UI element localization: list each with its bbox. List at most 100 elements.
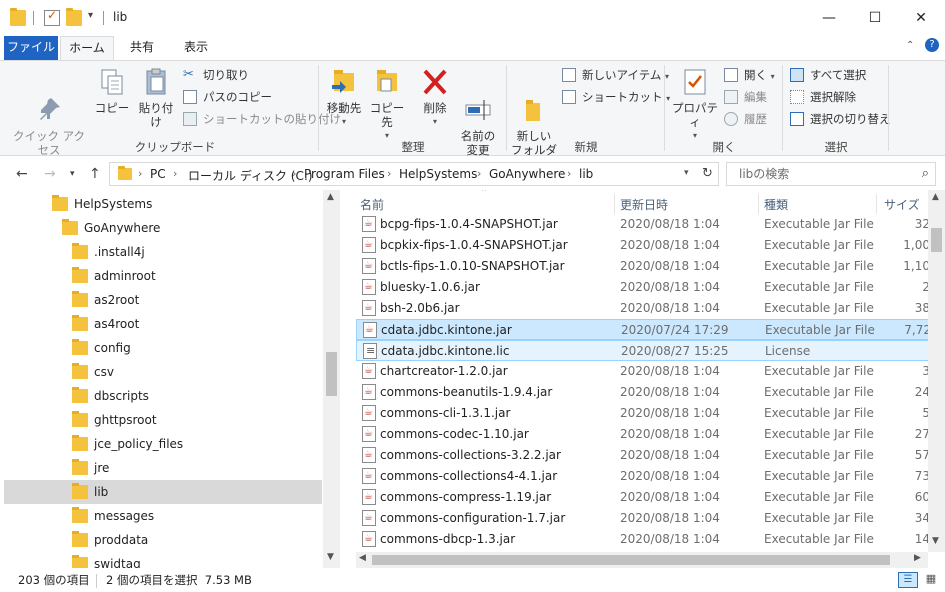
copy-to-button[interactable]: コピー先 ▾: [366, 67, 408, 143]
address-history-chevron-icon[interactable]: ▾: [684, 168, 689, 178]
breadcrumb-separator-icon[interactable]: ›: [138, 167, 142, 180]
scroll-right-icon[interactable]: ▶: [914, 553, 921, 563]
edit-button[interactable]: 編集: [724, 87, 767, 107]
file-row[interactable]: cdata.jdbc.kintone.jar 2020/07/24 17:29 Ex…: [356, 319, 932, 340]
tree-item-jce-policy-files[interactable]: jce_policy_files: [72, 432, 183, 456]
maximize-button[interactable]: ☐: [852, 0, 898, 36]
breadcrumb-lib[interactable]: lib: [579, 167, 593, 181]
file-row[interactable]: bctls-fips-1.0.10-SNAPSHOT.jar 2020/08/18…: [356, 256, 932, 277]
refresh-icon[interactable]: ↻: [702, 166, 713, 181]
tree-item-lib[interactable]: lib: [72, 480, 108, 504]
navigation-pane-scrollbar[interactable]: ▲ ▼: [323, 190, 340, 568]
breadcrumb-separator-icon[interactable]: ›: [292, 167, 296, 180]
close-button[interactable]: ✕: [898, 0, 944, 36]
easy-access-shortcut-button[interactable]: ショートカット ▾: [562, 87, 670, 107]
pin-quick-access-button[interactable]: クイック アクセス にピン留めする: [8, 67, 90, 171]
column-header-type[interactable]: 種類: [764, 196, 788, 213]
invert-selection-button[interactable]: 選択の切り替え: [790, 109, 891, 129]
select-all-button[interactable]: すべて選択: [790, 65, 866, 85]
file-row[interactable]: bcpkix-fips-1.0.4-SNAPSHOT.jar 2020/08/18…: [356, 235, 932, 256]
copy-path-button[interactable]: パスのコピー: [183, 87, 272, 107]
breadcrumb-separator-icon[interactable]: ›: [173, 167, 177, 180]
file-row[interactable]: commons-compress-1.19.jar 2020/08/18 1:04…: [356, 487, 932, 508]
details-view-icon[interactable]: ☰: [898, 572, 918, 588]
file-row[interactable]: cdata.jdbc.kintone.lic 2020/08/27 15:25 Li…: [356, 340, 932, 361]
file-row[interactable]: commons-cli-1.3.1.jar 2020/08/18 1:04 Exec…: [356, 403, 932, 424]
forward-arrow-icon[interactable]: →: [44, 166, 56, 182]
column-header-date[interactable]: 更新日時: [620, 196, 668, 213]
file-row[interactable]: bluesky-1.0.6.jar 2020/08/18 1:04 Executab…: [356, 277, 932, 298]
file-row[interactable]: bsh-2.0b6.jar 2020/08/18 1:04 Executable J…: [356, 298, 932, 319]
tree-item-messages[interactable]: messages: [72, 504, 154, 528]
divider[interactable]: [876, 194, 877, 214]
scroll-down-icon[interactable]: ▼: [932, 536, 939, 546]
scroll-down-icon[interactable]: ▼: [327, 552, 334, 562]
properties-button[interactable]: プロパティ ▾: [670, 67, 720, 143]
minimize-button[interactable]: —: [806, 0, 852, 36]
back-arrow-icon[interactable]: ←: [16, 166, 28, 182]
help-icon[interactable]: ?: [925, 38, 939, 52]
select-none-button[interactable]: 選択解除: [790, 87, 856, 107]
move-to-button[interactable]: 移動先 ▾: [324, 67, 364, 129]
breadcrumb-helpsystems[interactable]: HelpSystems: [399, 167, 477, 181]
scroll-left-icon[interactable]: ◀: [359, 553, 366, 563]
tree-item-config[interactable]: config: [72, 336, 131, 360]
ribbon-collapse-icon[interactable]: ⌃: [906, 40, 914, 51]
copy-button[interactable]: コピー: [92, 67, 132, 115]
new-folder-button[interactable]: 新しい フォルダー: [510, 67, 558, 171]
scrollbar-thumb[interactable]: [372, 555, 890, 565]
file-list-horizontal-scrollbar[interactable]: ◀ ▶: [356, 552, 928, 568]
new-item-button[interactable]: 新しいアイテム ▾: [562, 65, 669, 85]
up-arrow-icon[interactable]: ↑: [89, 166, 101, 182]
scrollbar-thumb[interactable]: [931, 228, 942, 252]
file-row[interactable]: chartcreator-1.2.0.jar 2020/08/18 1:04 Exe…: [356, 361, 932, 382]
open-button[interactable]: 開く ▾: [724, 65, 775, 85]
large-icons-view-icon[interactable]: ▦: [922, 572, 940, 588]
tree-item-adminroot[interactable]: adminroot: [72, 264, 156, 288]
tree-item-as4root[interactable]: as4root: [72, 312, 139, 336]
file-row[interactable]: commons-beanutils-1.9.4.jar 2020/08/18 1:…: [356, 382, 932, 403]
cut-button[interactable]: ✂ 切り取り: [183, 65, 249, 85]
file-row[interactable]: commons-codec-1.10.jar 2020/08/18 1:04 Exe…: [356, 424, 932, 445]
history-button[interactable]: 履歴: [724, 109, 767, 129]
file-row[interactable]: bcpg-fips-1.0.4-SNAPSHOT.jar 2020/08/18 1…: [356, 214, 932, 235]
paste-button[interactable]: 貼り付け: [134, 67, 178, 129]
new-folder-quick-icon[interactable]: [66, 8, 82, 26]
tree-item-jre[interactable]: jre: [72, 456, 109, 480]
divider[interactable]: [614, 194, 615, 214]
tree-item-as2root[interactable]: as2root: [72, 288, 139, 312]
breadcrumb-pc[interactable]: PC: [150, 167, 166, 181]
divider[interactable]: [758, 194, 759, 214]
tree-item-csv[interactable]: csv: [72, 360, 114, 384]
tab-share[interactable]: 共有: [116, 36, 168, 60]
file-row[interactable]: commons-collections4-4.1.jar 2020/08/18 1…: [356, 466, 932, 487]
scroll-up-icon[interactable]: ▲: [327, 192, 334, 202]
tree-item-ghttpsroot[interactable]: ghttpsroot: [72, 408, 157, 432]
breadcrumb-separator-icon[interactable]: ›: [567, 167, 571, 180]
tree-item-install4j[interactable]: .install4j: [72, 240, 145, 264]
scrollbar-thumb[interactable]: [326, 352, 337, 396]
file-row[interactable]: commons-dbcp-1.3.jar 2020/08/18 1:04 Execu…: [356, 529, 932, 550]
customize-quick-access-icon[interactable]: ▾: [88, 10, 93, 21]
tab-view[interactable]: 表示: [170, 36, 222, 60]
file-row[interactable]: commons-collections-3.2.2.jar 2020/08/18 …: [356, 445, 932, 466]
breadcrumb-separator-icon[interactable]: ›: [387, 167, 391, 180]
delete-button[interactable]: 削除 ▾: [418, 67, 452, 129]
tree-item-swidtag[interactable]: swidtag: [72, 552, 141, 568]
breadcrumb-separator-icon[interactable]: ›: [477, 167, 481, 180]
recent-locations-chevron-icon[interactable]: ▾: [70, 169, 75, 179]
scroll-up-icon[interactable]: ▲: [932, 192, 939, 202]
file-list-vertical-scrollbar[interactable]: ▲ ▼: [928, 190, 945, 552]
breadcrumb-program-files[interactable]: Program Files: [304, 167, 385, 181]
file-row[interactable]: commons-configuration-1.7.jar 2020/08/18 …: [356, 508, 932, 529]
tab-home[interactable]: ホーム: [60, 36, 114, 61]
properties-check-icon[interactable]: ✓: [44, 8, 60, 26]
tree-item-proddata[interactable]: proddata: [72, 528, 148, 552]
tab-file[interactable]: ファイル: [4, 36, 58, 60]
tree-item-dbscripts[interactable]: dbscripts: [72, 384, 149, 408]
tree-item-helpsystems[interactable]: HelpSystems: [52, 192, 152, 216]
address-bar[interactable]: › PC › ローカル ディスク (C:) › Program Files › …: [109, 162, 719, 186]
tree-item-goanywhere[interactable]: GoAnywhere: [62, 216, 160, 240]
column-header-size[interactable]: サイズ: [884, 196, 920, 213]
column-header-name[interactable]: 名前: [360, 196, 384, 213]
